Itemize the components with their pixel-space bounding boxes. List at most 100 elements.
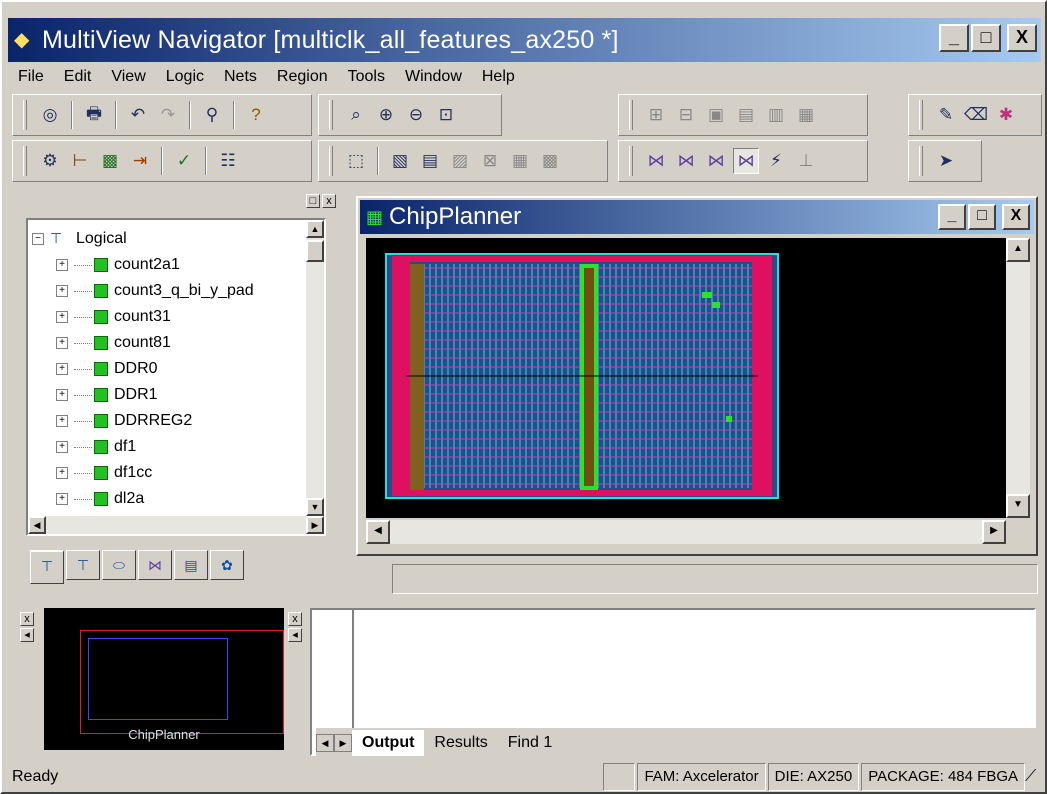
tree-root[interactable]: − ⊤ Logical: [32, 226, 254, 252]
database-icon[interactable]: ◎: [37, 102, 63, 128]
find-icon[interactable]: ⚲: [199, 102, 225, 128]
menu-file[interactable]: File: [8, 68, 54, 86]
help-icon[interactable]: ?: [243, 102, 269, 128]
unlock-region-icon[interactable]: ⊟: [673, 102, 699, 128]
tab-ports[interactable]: ▤: [174, 550, 208, 580]
tab-find-1[interactable]: Find 1: [498, 730, 562, 756]
netlist-icon[interactable]: ▩: [97, 148, 123, 174]
region-delete-icon[interactable]: ⊠: [477, 148, 503, 174]
menu-window[interactable]: Window: [395, 68, 472, 86]
pane-collapse-button[interactable]: ◂: [288, 628, 302, 642]
tree-item[interactable]: + df1: [32, 434, 254, 460]
expand-icon[interactable]: +: [56, 415, 68, 427]
logical-tree[interactable]: − ⊤ Logical + count2a1 + count3_q_bi_y_pad…: [26, 218, 326, 536]
tree-item[interactable]: + count2a1: [32, 252, 254, 278]
collapse-icon[interactable]: −: [32, 233, 44, 245]
menu-logic[interactable]: Logic: [156, 68, 214, 86]
tree-horizontal-scrollbar[interactable]: ◀ ▶: [28, 516, 324, 534]
unlock-icon[interactable]: ▤: [733, 102, 759, 128]
menu-nets[interactable]: Nets: [214, 68, 267, 86]
tab-scroll-left-button[interactable]: ◀: [316, 734, 334, 752]
tree-item[interactable]: + count3_q_bi_y_pad: [32, 278, 254, 304]
tree-item[interactable]: + df1cc: [32, 460, 254, 486]
tree-item[interactable]: + count31: [32, 304, 254, 330]
expand-icon[interactable]: +: [56, 259, 68, 271]
region-split-icon[interactable]: ▩: [537, 148, 563, 174]
eraser-icon[interactable]: ⌫: [963, 102, 989, 128]
chipplanner-horizontal-scrollbar[interactable]: ◀ ▶: [366, 520, 1006, 544]
lock-icon[interactable]: ▣: [703, 102, 729, 128]
pane-close-button[interactable]: x: [322, 194, 336, 208]
close-button[interactable]: X: [1007, 24, 1037, 52]
tab-results[interactable]: Results: [424, 730, 497, 756]
tab-physical[interactable]: ⊤: [66, 550, 100, 580]
expand-icon[interactable]: +: [56, 389, 68, 401]
unassign-icon[interactable]: ▦: [793, 102, 819, 128]
expand-icon[interactable]: +: [56, 363, 68, 375]
scroll-down-button[interactable]: ▼: [306, 498, 324, 516]
resize-grip-icon[interactable]: ⟋: [1025, 768, 1043, 786]
net-highlight-icon[interactable]: ⋈: [673, 148, 699, 174]
tree-item[interactable]: + count81: [32, 330, 254, 356]
pane-close-button[interactable]: x: [288, 612, 302, 626]
net-show-icon[interactable]: ⋈: [733, 148, 759, 174]
menu-help[interactable]: Help: [472, 68, 525, 86]
tab-macros[interactable]: ✿: [210, 550, 244, 580]
chipplanner-close-button[interactable]: X: [1002, 204, 1030, 230]
zoom-out-icon[interactable]: ⊖: [403, 102, 429, 128]
pane-collapse-button[interactable]: ◂: [20, 628, 34, 642]
tree-item[interactable]: + DDR0: [32, 356, 254, 382]
scroll-up-button[interactable]: ▲: [306, 220, 324, 238]
scroll-thumb[interactable]: [306, 240, 324, 262]
layout-icon[interactable]: ☷: [215, 148, 241, 174]
net-icon[interactable]: ⋈: [643, 148, 669, 174]
lock-region-icon[interactable]: ⊞: [643, 102, 669, 128]
output-log[interactable]: ◀ ▶ Output Results Find 1: [310, 608, 1036, 758]
net-unhighlight-icon[interactable]: ⋈: [703, 148, 729, 174]
tab-nets[interactable]: ⋈: [138, 550, 172, 580]
pointer-icon[interactable]: ➤: [933, 148, 959, 174]
tab-scroll-right-button[interactable]: ▶: [334, 734, 352, 752]
scroll-down-button[interactable]: ▼: [1006, 494, 1030, 518]
redo-icon[interactable]: ↷: [155, 102, 181, 128]
color-icon[interactable]: ✱: [993, 102, 1019, 128]
ratsnest-icon[interactable]: ⚡: [763, 148, 789, 174]
pane-close-button[interactable]: x: [20, 612, 34, 626]
title-bar[interactable]: ◆ MultiView Navigator [multiclk_all_feat…: [8, 18, 1041, 62]
expand-icon[interactable]: +: [56, 285, 68, 297]
chip-layout-canvas[interactable]: [366, 238, 1006, 518]
pin-icon[interactable]: ⊥: [793, 148, 819, 174]
check-icon[interactable]: ✓: [171, 148, 197, 174]
region-icon[interactable]: ▤: [417, 148, 443, 174]
scroll-left-button[interactable]: ◀: [366, 520, 390, 544]
tab-logical[interactable]: ⊤: [30, 550, 64, 584]
expand-icon[interactable]: +: [56, 493, 68, 505]
zoom-fit-icon[interactable]: ⊡: [433, 102, 459, 128]
tree-vertical-scrollbar[interactable]: ▲ ▼: [306, 220, 324, 516]
pencil-icon[interactable]: ✎: [933, 102, 959, 128]
pane-restore-button[interactable]: □: [306, 194, 320, 208]
chipplanner-maximize-button[interactable]: □: [968, 204, 996, 230]
tree-item[interactable]: + dl2a: [32, 486, 254, 512]
region-resize-icon[interactable]: ▦: [507, 148, 533, 174]
menu-edit[interactable]: Edit: [54, 68, 102, 86]
tab-regions[interactable]: ⬭: [102, 550, 136, 580]
chipplanner-title-bar[interactable]: ▦ ChipPlanner _ □ X: [360, 200, 1034, 234]
chipplanner-minimize-button[interactable]: _: [938, 204, 966, 230]
tree-item[interactable]: + DDR1: [32, 382, 254, 408]
scroll-left-button[interactable]: ◀: [28, 516, 46, 534]
undo-icon[interactable]: ↶: [125, 102, 151, 128]
scroll-right-button[interactable]: ▶: [306, 516, 324, 534]
chipplanner-vertical-scrollbar[interactable]: ▲ ▼: [1006, 238, 1030, 518]
expand-icon[interactable]: +: [56, 467, 68, 479]
zoom-area-icon[interactable]: ⌕: [343, 102, 369, 128]
expand-icon[interactable]: ⇥: [127, 148, 153, 174]
assign-icon[interactable]: ▥: [763, 102, 789, 128]
menu-tools[interactable]: Tools: [338, 68, 395, 86]
region-add-icon[interactable]: ▧: [387, 148, 413, 174]
tree-item[interactable]: + DDRREG2: [32, 408, 254, 434]
new-region-icon[interactable]: ⬚: [343, 148, 369, 174]
expand-icon[interactable]: +: [56, 441, 68, 453]
expand-icon[interactable]: +: [56, 311, 68, 323]
zoom-in-icon[interactable]: ⊕: [373, 102, 399, 128]
